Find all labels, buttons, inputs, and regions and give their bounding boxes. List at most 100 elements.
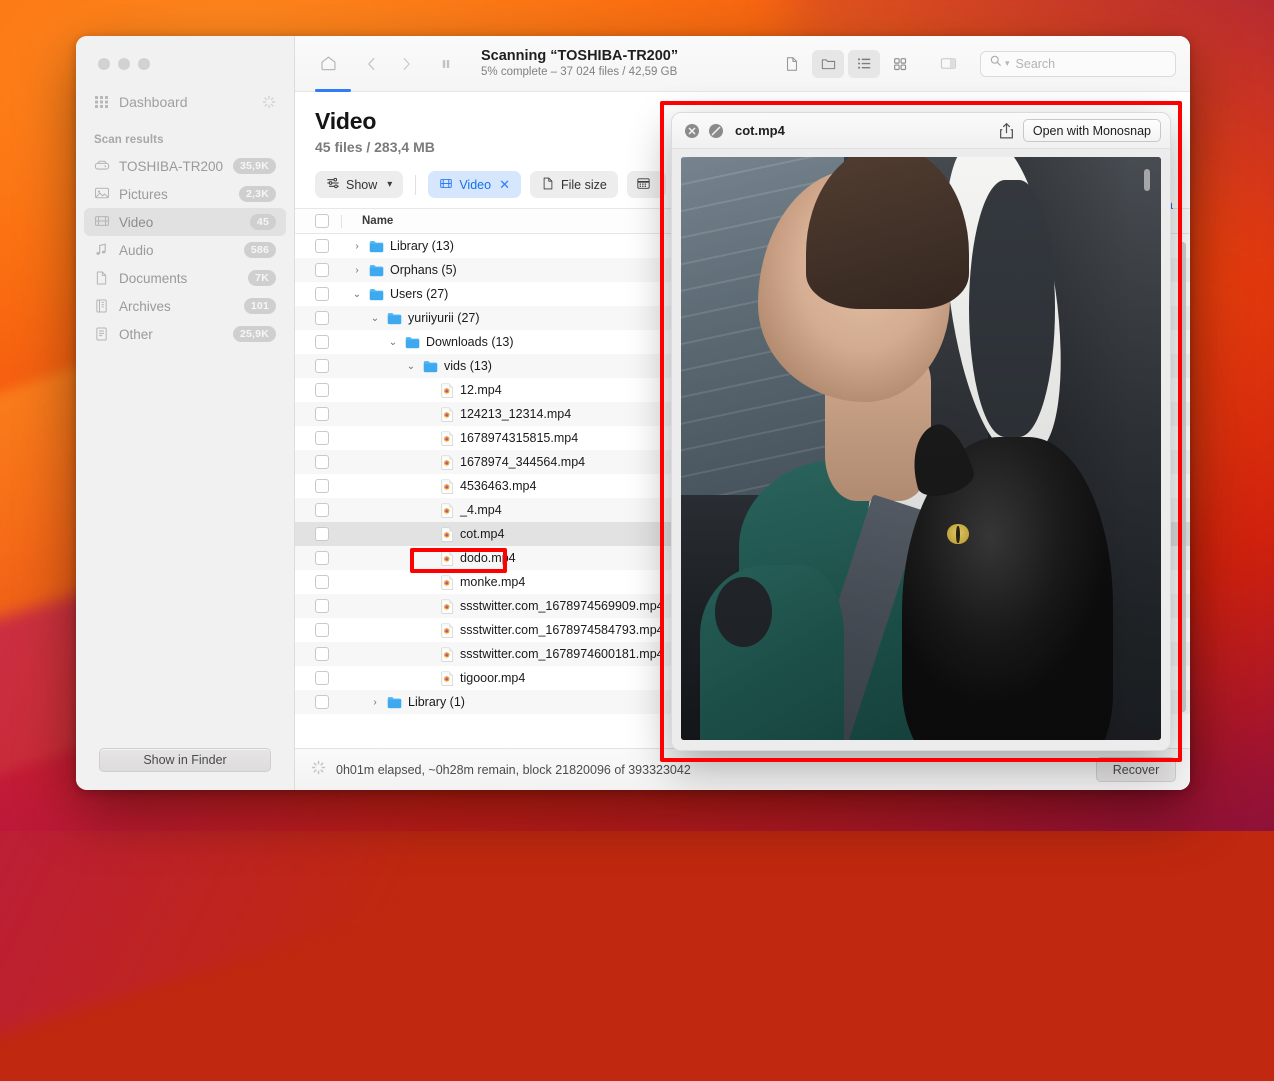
- active-tab-indicator: [315, 89, 351, 92]
- row-checkbox[interactable]: [303, 287, 341, 301]
- back-button[interactable]: [355, 47, 389, 81]
- file-name-label: 1678974315815.mp4: [460, 431, 579, 445]
- filter-chip-file-size[interactable]: File size: [529, 171, 618, 198]
- sidebar-item-label: Pictures: [119, 186, 168, 202]
- table-scrollbar[interactable]: [1179, 242, 1186, 712]
- row-checkbox[interactable]: [303, 551, 341, 565]
- pause-scan-button[interactable]: [429, 47, 463, 81]
- share-icon[interactable]: [998, 122, 1015, 140]
- row-checkbox[interactable]: [303, 431, 341, 445]
- folder-icon: [405, 336, 420, 349]
- chevron-down-icon: ▾: [387, 179, 393, 190]
- video-still-image: [681, 157, 1161, 740]
- status-bar: 0h01m elapsed, ~0h28m remain, block 2182…: [295, 748, 1190, 790]
- sidebar-item-dashboard[interactable]: Dashboard: [84, 88, 286, 116]
- search-chevron-icon[interactable]: ▾: [1005, 58, 1010, 69]
- quick-look-actions: Open with Monosnap: [998, 119, 1161, 142]
- sidebar-item-documents[interactable]: Documents 7K: [84, 264, 286, 292]
- close-window-button[interactable]: [98, 58, 110, 70]
- search-input[interactable]: ▾ Search: [980, 50, 1176, 77]
- file-name-label: _4.mp4: [460, 503, 502, 517]
- search-placeholder: Search: [1015, 56, 1056, 71]
- toolbar-right: ▾ Search: [776, 49, 1176, 78]
- window-traffic-lights[interactable]: [76, 36, 294, 70]
- video-file-icon: [441, 382, 454, 398]
- home-button[interactable]: [311, 47, 345, 81]
- row-checkbox[interactable]: [303, 455, 341, 469]
- recover-button[interactable]: Recover: [1096, 757, 1176, 782]
- open-with-monosnap-button[interactable]: Open with Monosnap: [1022, 119, 1161, 142]
- zoom-window-button[interactable]: [138, 58, 150, 70]
- row-checkbox[interactable]: [303, 359, 341, 373]
- chevron-down-icon[interactable]: ⌄: [387, 337, 399, 348]
- list-view-toggle[interactable]: [848, 49, 880, 78]
- sidebar-item-pictures[interactable]: Pictures 2,3K: [84, 180, 286, 208]
- sidebar-pane-toggle[interactable]: [932, 50, 964, 78]
- file-name-label: dodo.mp4: [460, 551, 516, 565]
- sidebar-item-badge: 586: [243, 242, 276, 258]
- forward-button[interactable]: [389, 47, 423, 81]
- folder-icon: [387, 312, 402, 325]
- video-file-icon: [441, 574, 454, 590]
- document-icon: [541, 176, 555, 194]
- row-checkbox[interactable]: [303, 335, 341, 349]
- row-checkbox[interactable]: [303, 599, 341, 613]
- sidebar-item-toshiba-tr200[interactable]: TOSHIBA-TR200 35,9K: [84, 152, 286, 180]
- quick-look-scrollbar[interactable]: [1144, 169, 1150, 191]
- chevron-right-icon[interactable]: ›: [351, 265, 363, 276]
- chevron-down-icon[interactable]: ⌄: [351, 289, 363, 300]
- row-checkbox[interactable]: [303, 479, 341, 493]
- row-checkbox[interactable]: [303, 263, 341, 277]
- chevron-right-icon[interactable]: ›: [351, 241, 363, 252]
- show-filter-button[interactable]: Show ▾: [315, 171, 404, 198]
- close-icon[interactable]: ✕: [499, 177, 510, 193]
- sidebar-item-label: Archives: [119, 298, 171, 314]
- sidebar-item-label: Other: [119, 326, 153, 342]
- sidebar-item-other[interactable]: Other 25,9K: [84, 320, 286, 348]
- chevron-down-icon[interactable]: ⌄: [369, 313, 381, 324]
- grid-view-toggle[interactable]: [884, 50, 916, 78]
- row-checkbox[interactable]: [303, 383, 341, 397]
- row-checkbox[interactable]: [303, 311, 341, 325]
- file-name-label: monke.mp4: [460, 575, 526, 589]
- chevron-right-icon[interactable]: ›: [369, 697, 381, 708]
- minimize-window-button[interactable]: [118, 58, 130, 70]
- video-file-icon: [441, 430, 454, 446]
- show-in-finder-button[interactable]: Show in Finder: [99, 748, 271, 772]
- row-checkbox[interactable]: [303, 503, 341, 517]
- row-checkbox[interactable]: [303, 407, 341, 421]
- file-name-label: Orphans (5): [390, 263, 457, 277]
- row-checkbox[interactable]: [303, 671, 341, 685]
- row-checkbox[interactable]: [303, 575, 341, 589]
- video-file-icon: [441, 646, 454, 662]
- video-file-icon: [441, 550, 454, 566]
- filter-chip-video[interactable]: Video ✕: [428, 171, 521, 198]
- row-checkbox[interactable]: [303, 239, 341, 253]
- video-preview[interactable]: [681, 157, 1161, 740]
- close-circle-icon[interactable]: [684, 123, 700, 139]
- filter-chip-date[interactable]: [626, 171, 666, 198]
- row-checkbox[interactable]: [303, 695, 341, 709]
- row-checkbox[interactable]: [303, 527, 341, 541]
- row-checkbox[interactable]: [303, 623, 341, 637]
- row-checkbox[interactable]: [303, 647, 341, 661]
- sidebar-item-audio[interactable]: Audio 586: [84, 236, 286, 264]
- sidebar-item-video[interactable]: Video 45: [84, 208, 286, 236]
- chevron-down-icon[interactable]: ⌄: [405, 361, 417, 372]
- no-entry-circle-icon[interactable]: [708, 123, 724, 139]
- preview-pane-toggle[interactable]: [776, 50, 808, 78]
- file-name-label: Library (1): [408, 695, 465, 709]
- folder-icon: [369, 264, 384, 277]
- folder-view-toggle[interactable]: [812, 49, 844, 78]
- column-header-name[interactable]: Name: [342, 215, 393, 227]
- sidebar-item-label: Audio: [119, 242, 154, 258]
- sidebar-item-archives[interactable]: Archives 101: [84, 292, 286, 320]
- quick-look-title: cot.mp4: [735, 123, 785, 138]
- sidebar-item-label: Video: [119, 214, 154, 230]
- select-all-checkbox[interactable]: [303, 214, 341, 228]
- calendar-icon: [636, 176, 651, 194]
- file-name-label: vids (13): [444, 359, 492, 373]
- folder-icon: [387, 696, 402, 709]
- image-icon: [94, 186, 110, 202]
- scan-status: Scanning “TOSHIBA-TR200” 5% complete – 3…: [481, 48, 678, 80]
